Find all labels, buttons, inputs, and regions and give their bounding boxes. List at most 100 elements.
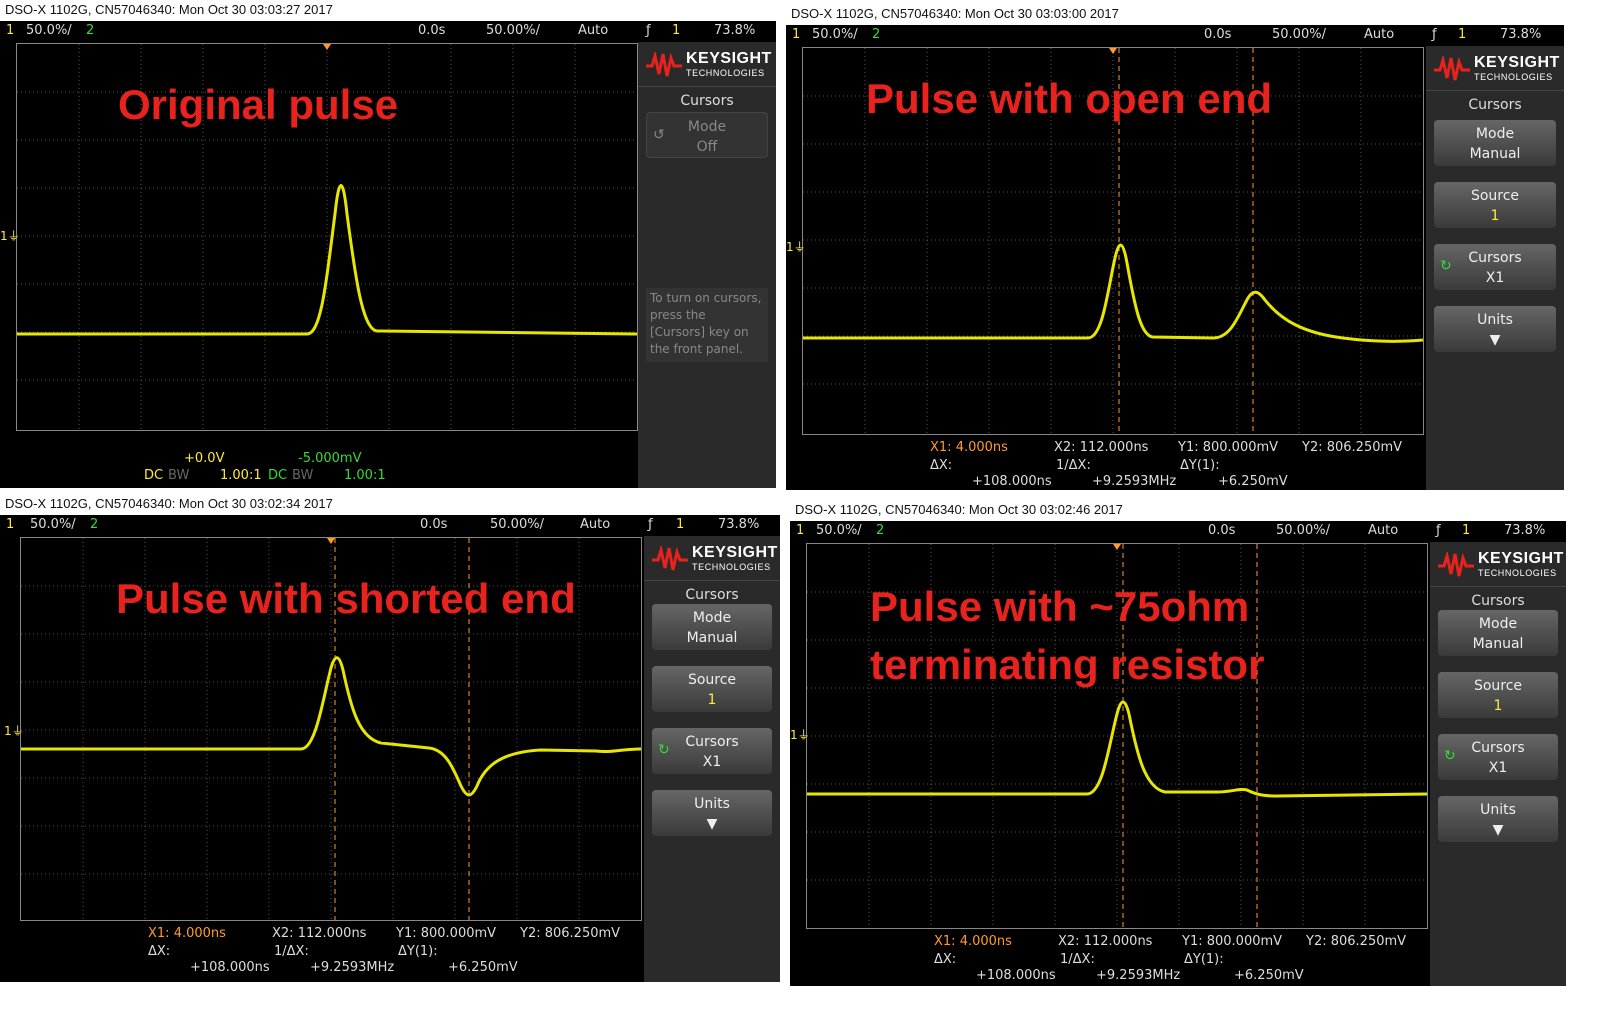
- cursor-y1-readout[interactable]: Y1: 800.000mV: [1182, 934, 1282, 949]
- ch1-scale[interactable]: 50.0%/: [26, 23, 72, 38]
- cursor-measurements: X1: 4.000ns X2: 112.000ns Y1: 800.000mV …: [20, 924, 642, 978]
- overlay-label: Pulse with open end: [866, 70, 1272, 128]
- timebase-readout[interactable]: 50.00%/: [1272, 27, 1326, 42]
- trigger-mode[interactable]: Auto: [580, 517, 610, 532]
- ch1-scale[interactable]: 50.0%/: [812, 27, 858, 42]
- keysight-logo: KEYSIGHT TECHNOLOGIES: [646, 48, 776, 82]
- scope-header: DSO-X 1102G, CN57046340: Mon Oct 30 03:0…: [790, 500, 1566, 520]
- ground-marker-icon: 1⏚: [0, 229, 20, 243]
- trigger-position-marker: [1109, 48, 1117, 54]
- inv-delta-x-value: +9.2593MHz: [1096, 968, 1181, 983]
- ch1-probe: 1.00:1: [220, 468, 262, 483]
- rotate-knob-icon: ↻: [1444, 748, 1456, 764]
- cursors-label: Cursors: [1471, 740, 1525, 756]
- source-softkey[interactable]: Source 1: [1434, 182, 1556, 228]
- ch1-indicator[interactable]: 1: [792, 27, 800, 42]
- inv-delta-x-label: 1/ΔX:: [274, 944, 309, 959]
- cursor-x2-readout[interactable]: X2: 112.000ns: [272, 926, 366, 941]
- arrow-down-icon: ▼: [1492, 822, 1504, 838]
- cursors-softkey[interactable]: ↻ Cursors X1: [1438, 734, 1558, 780]
- softkey-panel: KEYSIGHT TECHNOLOGIES Cursors ↺ Mode Off…: [638, 42, 776, 488]
- scope-open-end: DSO-X 1102G, CN57046340: Mon Oct 30 03:0…: [786, 4, 1564, 490]
- ch2-indicator[interactable]: 2: [872, 27, 880, 42]
- keysight-logo: KEYSIGHT TECHNOLOGIES: [1438, 548, 1568, 582]
- delta-y-value: +6.250mV: [448, 960, 518, 975]
- panel-title: Cursors: [1426, 90, 1564, 113]
- timebase-readout[interactable]: 50.00%/: [1276, 523, 1330, 538]
- cursor-x2-readout[interactable]: X2: 112.000ns: [1058, 934, 1152, 949]
- scope-shorted-end: DSO-X 1102G, CN57046340: Mon Oct 30 03:0…: [0, 494, 780, 982]
- units-softkey[interactable]: Units ▼: [652, 790, 772, 836]
- trigger-channel: 1: [672, 23, 681, 38]
- cursor-x2-readout[interactable]: X2: 112.000ns: [1054, 440, 1148, 455]
- timebase-readout[interactable]: 50.00%/: [490, 517, 544, 532]
- mode-softkey[interactable]: Mode Manual: [1438, 610, 1558, 656]
- softkey-panel: KEYSIGHT TECHNOLOGIES Cursors Mode Manua…: [1426, 46, 1564, 490]
- mode-softkey[interactable]: Mode Manual: [652, 604, 772, 650]
- waveform-trace: [17, 184, 637, 336]
- scope-screen: 1⏚ Pulse with ~75ohm terminating resisto…: [790, 542, 1566, 986]
- overlay-label: Pulse with shorted end: [116, 570, 576, 628]
- units-softkey[interactable]: Units ▼: [1438, 796, 1558, 842]
- cursor-x1-readout[interactable]: X1: 4.000ns: [148, 926, 226, 941]
- cursor-y2-readout[interactable]: Y2: 806.250mV: [1306, 934, 1406, 949]
- units-softkey[interactable]: Units ▼: [1434, 306, 1556, 352]
- source-value: 1: [1490, 208, 1500, 224]
- delta-x-label: ΔX:: [930, 458, 953, 473]
- keysight-logo: KEYSIGHT TECHNOLOGIES: [652, 542, 782, 576]
- cursor-y1-readout[interactable]: Y1: 800.000mV: [396, 926, 496, 941]
- ch1-scale[interactable]: 50.0%/: [30, 517, 76, 532]
- trigger-level[interactable]: 73.8%: [1504, 523, 1545, 538]
- scope-header: DSO-X 1102G, CN57046340: Mon Oct 30 03:0…: [0, 0, 776, 20]
- overlay-label: Pulse with ~75ohm terminating resistor: [870, 578, 1264, 694]
- trigger-mode[interactable]: Auto: [578, 23, 608, 38]
- mode-softkey[interactable]: ↺ Mode Off: [646, 112, 768, 158]
- delay-readout[interactable]: 0.0s: [418, 23, 445, 38]
- ch1-scale[interactable]: 50.0%/: [816, 523, 862, 538]
- delta-y-label: ΔY(1):: [398, 944, 438, 959]
- ch1-indicator[interactable]: 1: [6, 23, 14, 38]
- ch1-offset: +0.0V: [184, 451, 225, 466]
- ch1-indicator[interactable]: 1: [6, 517, 14, 532]
- mode-value: Manual: [686, 630, 738, 646]
- cursor-x1-readout[interactable]: X1: 4.000ns: [930, 440, 1008, 455]
- source-softkey[interactable]: Source 1: [652, 666, 772, 712]
- delta-x-value: +108.000ns: [972, 474, 1052, 489]
- rotate-icon: ↺: [653, 127, 665, 143]
- ch2-indicator[interactable]: 2: [876, 523, 884, 538]
- trigger-mode[interactable]: Auto: [1364, 27, 1394, 42]
- trigger-mode[interactable]: Auto: [1368, 523, 1398, 538]
- delay-readout[interactable]: 0.0s: [1208, 523, 1235, 538]
- trigger-channel: 1: [676, 517, 685, 532]
- trigger-level[interactable]: 73.8%: [718, 517, 759, 532]
- cursor-y1-readout[interactable]: Y1: 800.000mV: [1178, 440, 1278, 455]
- timebase-readout[interactable]: 50.00%/: [486, 23, 540, 38]
- ch2-bw: BW: [292, 468, 314, 483]
- cursor-y2-readout[interactable]: Y2: 806.250mV: [1302, 440, 1402, 455]
- delta-y-value: +6.250mV: [1218, 474, 1288, 489]
- cursors-value: X1: [1485, 270, 1505, 286]
- overlay-line: Pulse with ~75ohm: [870, 583, 1250, 630]
- delta-y-label: ΔY(1):: [1184, 952, 1224, 967]
- ch1-indicator[interactable]: 1: [796, 523, 804, 538]
- overlay-line: Pulse with open end: [866, 75, 1273, 122]
- delta-x-value: +108.000ns: [976, 968, 1056, 983]
- delay-readout[interactable]: 0.0s: [1204, 27, 1231, 42]
- arrow-down-icon: ▼: [706, 816, 718, 832]
- delay-readout[interactable]: 0.0s: [420, 517, 447, 532]
- cursor-y2-readout[interactable]: Y2: 806.250mV: [520, 926, 620, 941]
- cursors-value: X1: [702, 754, 722, 770]
- ch2-indicator[interactable]: 2: [86, 23, 94, 38]
- source-softkey[interactable]: Source 1: [1438, 672, 1558, 718]
- mode-label: Mode: [1478, 616, 1518, 632]
- cursor-x1-readout[interactable]: X1: 4.000ns: [934, 934, 1012, 949]
- mode-softkey[interactable]: Mode Manual: [1434, 120, 1556, 166]
- trigger-level[interactable]: 73.8%: [1500, 27, 1541, 42]
- ch2-coupling: DC: [268, 468, 288, 483]
- trigger-level[interactable]: 73.8%: [714, 23, 755, 38]
- ch2-indicator[interactable]: 2: [90, 517, 98, 532]
- cursors-softkey[interactable]: ↻ Cursors X1: [1434, 244, 1556, 290]
- source-value: 1: [1493, 698, 1503, 714]
- cursors-softkey[interactable]: ↻ Cursors X1: [652, 728, 772, 774]
- trigger-edge-icon: ƒ: [648, 517, 653, 532]
